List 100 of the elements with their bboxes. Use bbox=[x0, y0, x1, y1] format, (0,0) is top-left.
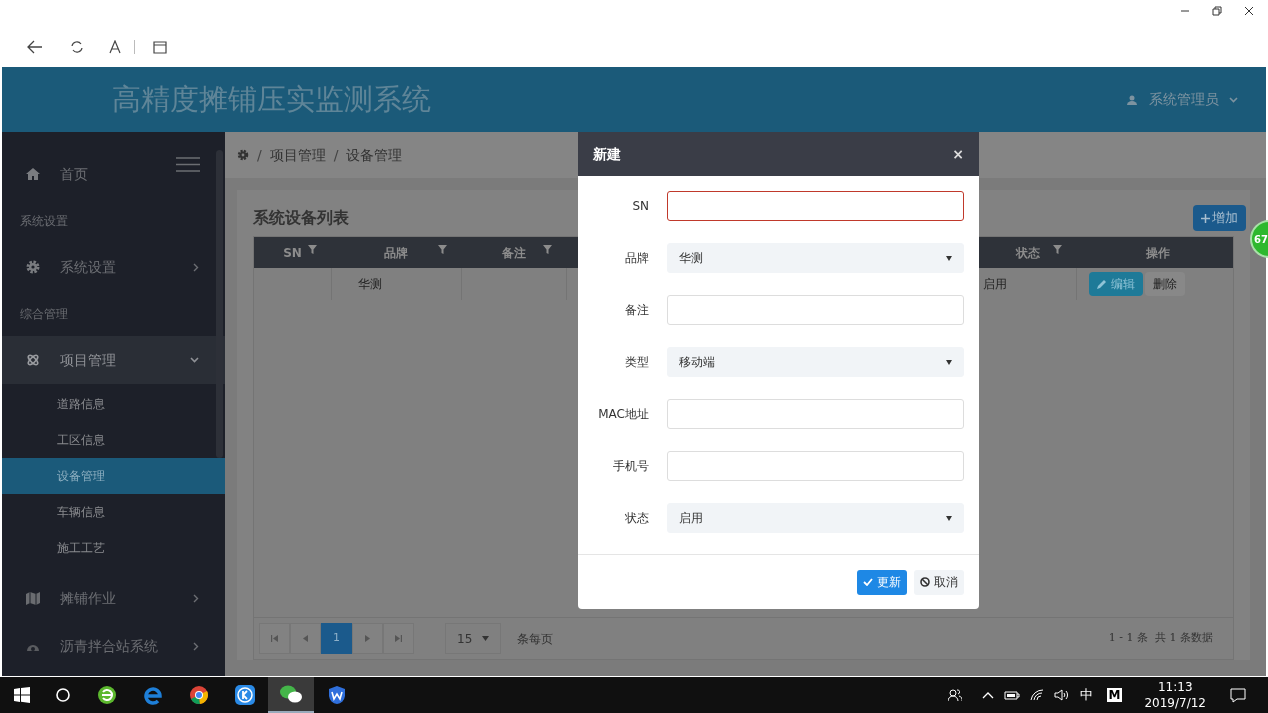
chevron-right-icon bbox=[193, 262, 199, 272]
restore-icon[interactable] bbox=[1212, 6, 1222, 16]
k-app-icon bbox=[235, 685, 255, 705]
scrollbar[interactable] bbox=[216, 150, 223, 458]
breadcrumb-separator: / bbox=[257, 145, 262, 165]
sidebar-item[interactable]: 沥青拌合站系统 bbox=[2, 622, 225, 670]
page-size-label: 条每页 bbox=[517, 630, 553, 648]
back-arrow-icon[interactable] bbox=[27, 40, 43, 54]
plus-icon bbox=[1201, 213, 1210, 223]
filter-icon[interactable] bbox=[1053, 245, 1062, 254]
user-menu[interactable]: 系统管理员 bbox=[1149, 89, 1238, 110]
field-label: MAC地址 bbox=[597, 406, 649, 423]
sidebar-subitem[interactable]: 施工工艺 bbox=[2, 530, 225, 566]
select-field[interactable]: 启用 bbox=[667, 503, 964, 533]
settings-icon bbox=[237, 149, 249, 161]
window-icon[interactable] bbox=[153, 40, 167, 54]
panel-title: 系统设备列表 bbox=[253, 207, 349, 229]
filter-icon[interactable] bbox=[438, 245, 447, 254]
notification-icon[interactable] bbox=[1230, 687, 1246, 703]
table-cell-text: 启用 bbox=[983, 276, 1007, 293]
caret-down-icon bbox=[482, 636, 489, 641]
edit-button[interactable]: 编辑 bbox=[1089, 272, 1143, 296]
sidebar-subitem[interactable]: 设备管理 bbox=[2, 458, 225, 494]
user-icon bbox=[1127, 94, 1137, 105]
taskbar-app[interactable] bbox=[268, 677, 314, 713]
select-field[interactable]: 华测 bbox=[667, 243, 964, 273]
battery-icon[interactable] bbox=[1003, 690, 1020, 700]
clock[interactable]: 11:13 2019/7/12 bbox=[1144, 679, 1206, 711]
column-header[interactable]: 状态 bbox=[1015, 243, 1040, 262]
chevron-right-icon bbox=[193, 641, 199, 651]
chevron-right-icon bbox=[193, 593, 199, 603]
clock-date: 2019/7/12 bbox=[1144, 695, 1206, 711]
sidebar-section-label: 综合管理 bbox=[19, 305, 69, 323]
sidebar-subitem[interactable]: 工区信息 bbox=[2, 422, 225, 458]
shield-w-icon bbox=[327, 685, 347, 705]
input-field[interactable] bbox=[667, 191, 964, 221]
chat-bubbles-icon bbox=[280, 684, 302, 704]
edge-icon bbox=[143, 685, 163, 705]
input-method-indicator[interactable]: 中 bbox=[1079, 685, 1093, 705]
chevron-down-icon bbox=[190, 357, 199, 363]
update-button[interactable]: 更新 bbox=[857, 569, 907, 595]
close-button[interactable]: × bbox=[952, 143, 964, 165]
column-header[interactable]: 备注 bbox=[501, 243, 526, 262]
delete-button[interactable]: 删除 bbox=[1145, 272, 1185, 296]
map-icon bbox=[26, 591, 40, 605]
sidebar-item[interactable]: 首页 bbox=[2, 150, 225, 198]
reading-view-icon[interactable] bbox=[109, 40, 121, 54]
previous-page-icon bbox=[302, 635, 309, 642]
sidebar-item[interactable]: 摊铺作业 bbox=[2, 574, 225, 622]
sidebar-section-label: 系统设置 bbox=[19, 212, 69, 230]
breadcrumb-link[interactable]: 项目管理 bbox=[269, 144, 326, 166]
filter-icon[interactable] bbox=[308, 245, 317, 254]
atom-icon bbox=[26, 353, 40, 367]
page-button[interactable]: 1 bbox=[321, 623, 352, 654]
search-icon[interactable] bbox=[56, 688, 70, 702]
clock-time: 11:13 bbox=[1157, 679, 1193, 695]
people-icon[interactable] bbox=[947, 688, 962, 702]
filter-icon[interactable] bbox=[543, 245, 552, 254]
menu-icon[interactable] bbox=[176, 157, 200, 172]
sidebar-item[interactable]: 系统设置 bbox=[2, 243, 225, 291]
pencil-icon bbox=[1097, 279, 1107, 289]
field-label: 手机号 bbox=[612, 458, 649, 475]
field-label: 类型 bbox=[624, 354, 649, 371]
page-size-select[interactable]: 15 bbox=[445, 623, 501, 654]
caret-down-icon bbox=[946, 359, 952, 365]
chevron-up-icon[interactable] bbox=[981, 691, 994, 699]
wifi-icon[interactable] bbox=[1029, 689, 1044, 701]
windows-start-icon[interactable] bbox=[14, 687, 30, 703]
chevron-down-icon bbox=[1229, 96, 1238, 103]
sidebar-subitem[interactable]: 道路信息 bbox=[2, 386, 225, 422]
breadcrumb-link[interactable]: 设备管理 bbox=[346, 144, 403, 166]
column-header[interactable]: SN bbox=[283, 243, 302, 262]
input-mode-indicator[interactable]: M bbox=[1106, 688, 1123, 702]
gear-icon bbox=[26, 260, 40, 274]
first-page-icon bbox=[271, 635, 278, 642]
field-label: 品牌 bbox=[624, 250, 649, 267]
table-cell-text: 华测 bbox=[358, 276, 382, 293]
field-label: SN bbox=[631, 198, 649, 215]
browser-icon bbox=[97, 685, 117, 705]
sidebar-item[interactable]: 项目管理 bbox=[2, 336, 225, 384]
caret-down-icon bbox=[946, 255, 952, 261]
column-header[interactable]: 品牌 bbox=[384, 243, 408, 262]
volume-icon[interactable] bbox=[1053, 689, 1070, 701]
field-label: 备注 bbox=[624, 302, 649, 319]
badge-count: 67 bbox=[1254, 232, 1268, 247]
ban-icon bbox=[920, 577, 930, 587]
column-header[interactable]: 操作 bbox=[1145, 243, 1170, 262]
chrome-icon bbox=[189, 685, 209, 705]
field-label: 状态 bbox=[624, 510, 649, 527]
sidebar-subitem[interactable]: 车辆信息 bbox=[2, 494, 225, 530]
breadcrumb-separator: / bbox=[333, 145, 339, 165]
refresh-icon[interactable] bbox=[70, 40, 84, 54]
next-page-icon bbox=[364, 635, 371, 642]
home-icon bbox=[26, 168, 40, 180]
add-button[interactable]: 增加 bbox=[1193, 205, 1246, 231]
cancel-button[interactable]: 取消 bbox=[914, 569, 964, 595]
select-field[interactable]: 移动端 bbox=[667, 347, 964, 377]
pagination-summary: 1 - 1 条 共 1 条数据 bbox=[1108, 630, 1213, 647]
close-icon[interactable] bbox=[1244, 6, 1254, 16]
dialog-title: 新建 bbox=[593, 144, 621, 164]
